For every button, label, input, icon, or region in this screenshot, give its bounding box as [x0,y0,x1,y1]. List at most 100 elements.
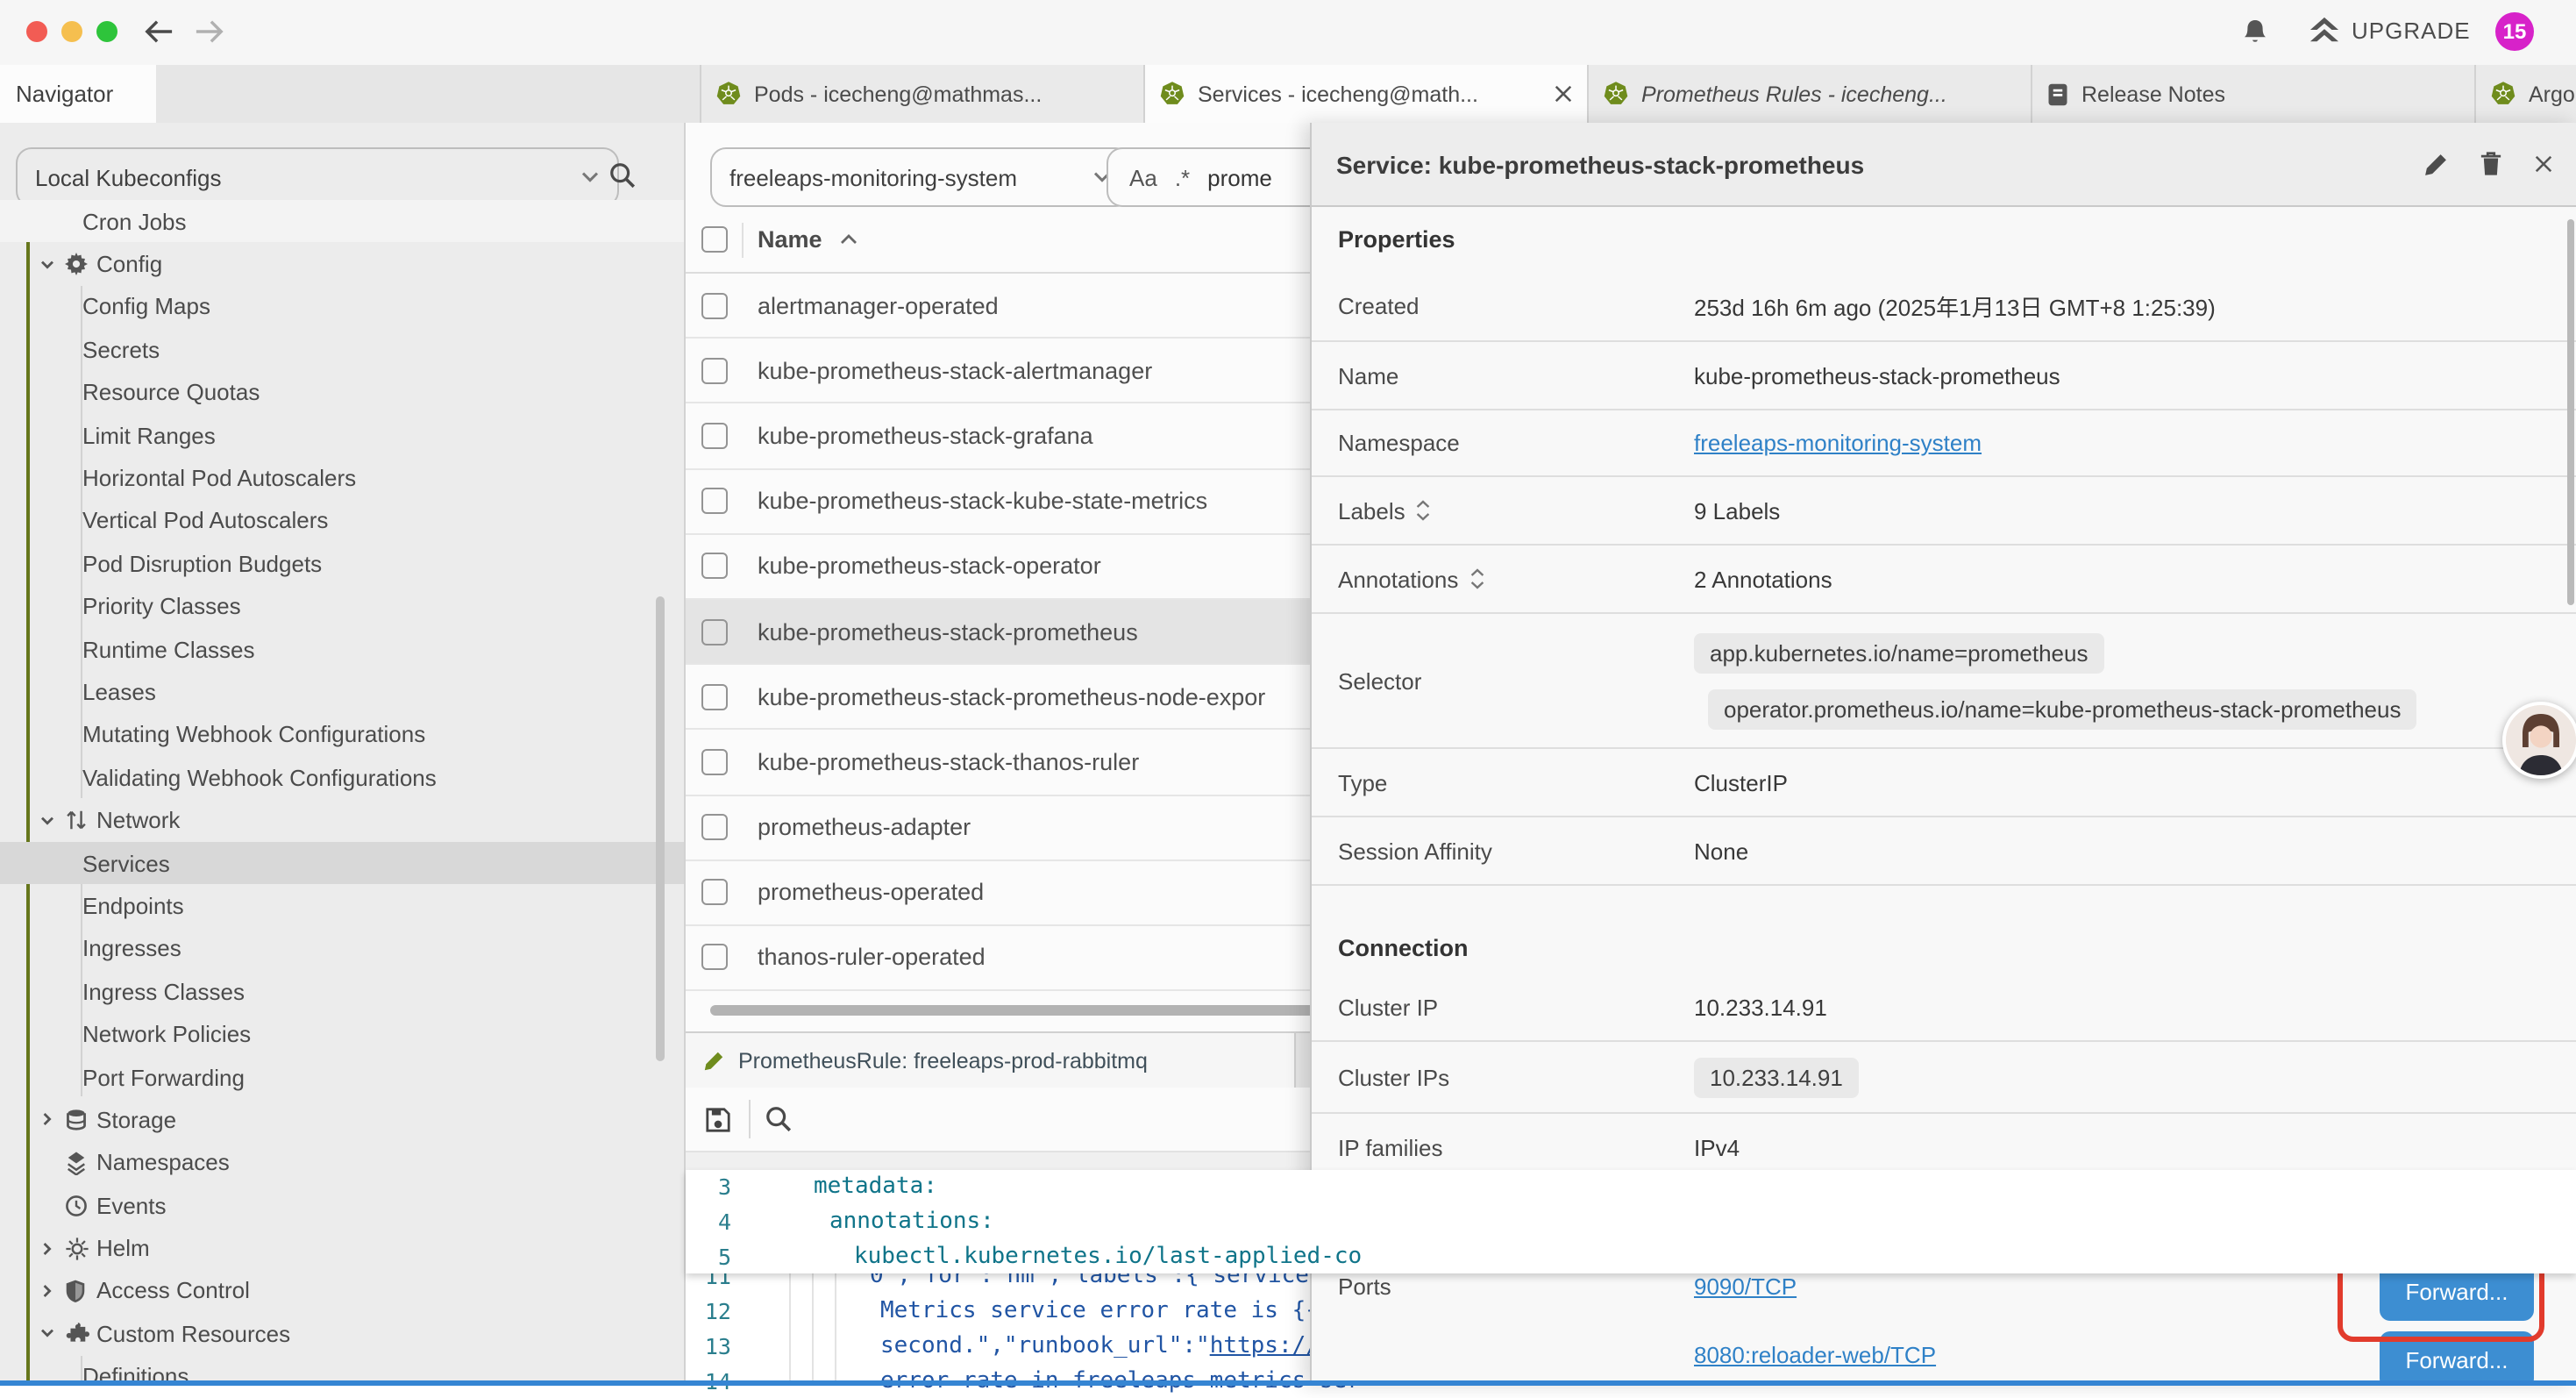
maximize-window-button[interactable] [96,21,117,42]
row-checkbox[interactable] [701,880,728,906]
editor-tab-prometheusrule[interactable]: PrometheusRule: freeleaps-prod-rabbitmq [686,1033,1296,1088]
sidebar-tree-item[interactable]: Pod Disruption Budgets [0,542,684,585]
code-line: annotations: [747,1209,994,1235]
tree-item-label: Secrets [82,337,160,363]
sidebar-tree-item[interactable]: Runtime Classes [0,628,684,671]
sidebar-tree-item[interactable]: Horizontal Pod Autoscalers [0,457,684,500]
row-checkbox[interactable] [701,292,728,318]
tree-group-icon [65,1322,96,1346]
sidebar-tree-item[interactable]: Custom Resources [0,1312,684,1355]
sidebar-tree-item[interactable]: Namespaces [0,1141,684,1184]
tree-item-label: Validating Webhook Configurations [82,765,437,791]
sidebar-tree-item[interactable]: Access Control [0,1270,684,1313]
kubeconfig-selector[interactable]: Local Kubeconfigs [16,147,619,207]
select-all-checkbox[interactable] [701,226,728,253]
sidebar-tree-item[interactable]: Ingresses [0,927,684,970]
row-checkbox[interactable] [701,814,728,840]
app-tab[interactable]: Release Notes [2032,65,2476,123]
expand-updown-icon[interactable] [1469,568,1484,589]
app-tab[interactable]: Pods - icecheng@mathmas... [701,65,1145,123]
row-checkbox[interactable] [701,749,728,775]
delete-trash-icon[interactable] [2480,151,2502,177]
avatar[interactable] [2502,702,2576,779]
tree-chevron-icon[interactable] [39,1239,65,1257]
sidebar-tree-item[interactable]: Port Forwarding [0,1056,684,1099]
tree-item-label: Horizontal Pod Autoscalers [82,465,356,491]
save-icon[interactable] [705,1106,731,1132]
app-tab[interactable]: Argo Se [2476,65,2576,123]
sidebar-tree-item[interactable]: Network [0,799,684,842]
sidebar-tree-item[interactable]: Limit Ranges [0,414,684,457]
tree-chevron-icon[interactable] [39,1325,65,1343]
sidebar-tree-item[interactable]: Secrets [0,328,684,371]
tree-chevron-icon[interactable] [39,1154,65,1172]
editor-search-icon[interactable] [765,1105,793,1133]
tree-group-icon [65,1151,96,1175]
match-case-toggle[interactable]: Aa [1129,164,1157,190]
section-gap [1312,886,2576,921]
app-tab[interactable]: Prometheus Rules - icecheng... [1589,65,2032,123]
navigator-panel-tab[interactable]: Navigator [0,65,156,123]
code-line: metadata: [747,1174,937,1201]
tree-chevron-icon[interactable] [39,255,65,273]
sidebar-scrollbar[interactable] [656,596,665,1061]
tab-label: Services - icecheng@math... [1198,82,1534,106]
forward-button[interactable]: Forward... [2380,1331,2534,1386]
app-tab[interactable]: Services - icecheng@math... [1145,65,1589,123]
row-checkbox[interactable] [701,683,728,710]
tab-label: Pods - icecheng@mathmas... [754,82,1129,106]
row-checkbox[interactable] [701,945,728,971]
close-drawer-icon[interactable] [2534,154,2553,174]
sidebar-tree-item[interactable]: Ingress Classes [0,970,684,1013]
sidebar-tree-item[interactable]: Priority Classes [0,585,684,628]
back-icon[interactable] [144,19,174,44]
labels-count: 9 Labels [1694,497,1780,524]
row-checkbox[interactable] [701,358,728,384]
sidebar-tree-item[interactable]: Endpoints [0,885,684,928]
minimize-window-button[interactable] [61,21,82,42]
namespace-selector[interactable]: freeleaps-monitoring-system [710,147,1131,207]
sidebar-tree-item[interactable]: Vertical Pod Autoscalers [0,499,684,542]
row-checkbox[interactable] [701,618,728,645]
sidebar-search-icon[interactable] [608,161,637,189]
upgrade-button[interactable]: UPGRADE [2308,16,2471,46]
sidebar-tree-item[interactable]: Network Policies [0,1013,684,1056]
sidebar-tree-item[interactable]: Config Maps [0,286,684,329]
tree-chevron-icon[interactable] [39,1111,65,1129]
sidebar-tree-item[interactable]: Mutating Webhook Configurations [0,713,684,756]
sidebar-tree-item[interactable]: Leases [0,671,684,714]
row-checkbox[interactable] [701,553,728,580]
sidebar-tree-item[interactable]: Resource Quotas [0,371,684,414]
tree-item-label: Services [82,850,170,876]
tree-chevron-icon[interactable] [39,811,65,829]
detail-scrollbar[interactable] [2567,219,2574,605]
port-link-8080[interactable]: 8080:reloader-web/TCP [1694,1342,1936,1368]
row-checkbox[interactable] [701,423,728,449]
close-tab-icon[interactable] [1554,84,1573,103]
tree-item-label: Namespaces [96,1150,230,1176]
tab-label: Prometheus Rules - icecheng... [1641,82,2017,106]
forward-icon[interactable] [195,19,224,44]
notification-count-badge[interactable]: 15 [2495,12,2534,51]
regex-toggle[interactable]: .* [1175,164,1190,190]
notifications-bell-icon[interactable] [2241,18,2269,47]
sort-ascending-icon[interactable] [840,233,857,246]
name-column-header[interactable]: Name [758,226,822,253]
sidebar-tree-item[interactable]: Cron Jobs [0,200,684,243]
sidebar-tree-item[interactable]: Validating Webhook Configurations [0,756,684,799]
namespace-link[interactable]: freeleaps-monitoring-system [1694,430,1982,456]
sidebar-tree-item[interactable]: Services [0,842,684,885]
tab-bar: Navigator Pods - icecheng@mathmas... Ser… [0,65,2576,125]
sidebar-tree-item[interactable]: Helm [0,1227,684,1270]
sidebar-tree-item[interactable]: Storage [0,1098,684,1141]
port-link-9090[interactable]: 9090/TCP [1694,1273,1797,1300]
edit-pencil-icon[interactable] [2423,152,2448,176]
tree-chevron-icon[interactable] [39,1282,65,1300]
expand-updown-icon[interactable] [1416,500,1432,521]
sidebar-tree-item[interactable]: Events [0,1184,684,1227]
sidebar-tree-item[interactable]: Config [0,243,684,286]
close-window-button[interactable] [26,21,47,42]
cluster-ips-row: Cluster IPs 10.233.14.91 [1312,1042,2576,1114]
tree-chevron-icon[interactable] [39,1196,65,1214]
row-checkbox[interactable] [701,488,728,514]
